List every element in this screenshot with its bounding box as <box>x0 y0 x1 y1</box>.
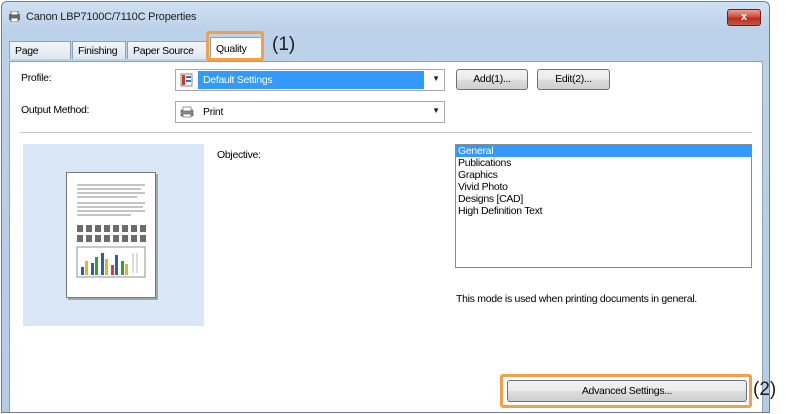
divider <box>20 132 752 133</box>
edit-profile-button[interactable]: Edit(2)... <box>537 69 610 90</box>
tab-paper-source[interactable]: Paper Source <box>127 41 209 59</box>
title-bar: Canon LBP7100C/7110C Properties x <box>2 2 769 32</box>
list-item[interactable]: High Definition Text <box>456 205 751 217</box>
list-item[interactable]: Vivid Photo <box>456 181 751 193</box>
tab-page-setup[interactable]: Page Setup <box>9 41 71 75</box>
list-item[interactable]: Designs [CAD] <box>456 193 751 205</box>
list-item[interactable]: Publications <box>456 157 751 169</box>
chevron-down-icon: ▼ <box>432 106 440 115</box>
quality-preview <box>23 144 204 326</box>
window-title: Canon LBP7100C/7110C Properties <box>26 11 197 23</box>
add-profile-button[interactable]: Add(1)... <box>456 69 528 90</box>
callout-1: (1) <box>272 34 296 55</box>
callout-2: (2) <box>753 379 777 400</box>
printer-icon <box>9 11 20 22</box>
profile-select[interactable]: Default Settings ▼ <box>175 69 445 91</box>
output-method-value: Print <box>203 106 224 118</box>
close-icon: x <box>740 11 748 23</box>
properties-window: Canon LBP7100C/7110C Properties x Page S… <box>1 1 770 413</box>
document-preview-image <box>66 172 156 298</box>
output-method-label: Output Method: <box>21 104 90 116</box>
list-item[interactable]: Graphics <box>456 169 751 181</box>
profile-value: Default Settings <box>203 74 273 86</box>
objective-label: Objective: <box>217 149 261 161</box>
output-method-select[interactable]: Print ▼ <box>175 101 445 123</box>
chevron-down-icon: ▼ <box>432 74 440 83</box>
objective-description: This mode is used when printing document… <box>456 293 697 305</box>
quality-panel: Profile: Default Settings ▼ Add(1)... Ed… <box>9 61 763 412</box>
document-preview-graphic <box>76 184 146 278</box>
quality-tab-highlight <box>206 31 264 61</box>
printer-icon <box>180 106 194 118</box>
profile-icon <box>180 73 193 87</box>
close-button[interactable]: x <box>727 9 761 26</box>
list-item[interactable]: General <box>456 145 751 157</box>
tab-finishing[interactable]: Finishing <box>72 41 126 59</box>
profile-label: Profile: <box>21 72 52 84</box>
objective-list[interactable]: General Publications Graphics Vivid Phot… <box>455 144 752 268</box>
advanced-settings-highlight <box>500 374 752 408</box>
